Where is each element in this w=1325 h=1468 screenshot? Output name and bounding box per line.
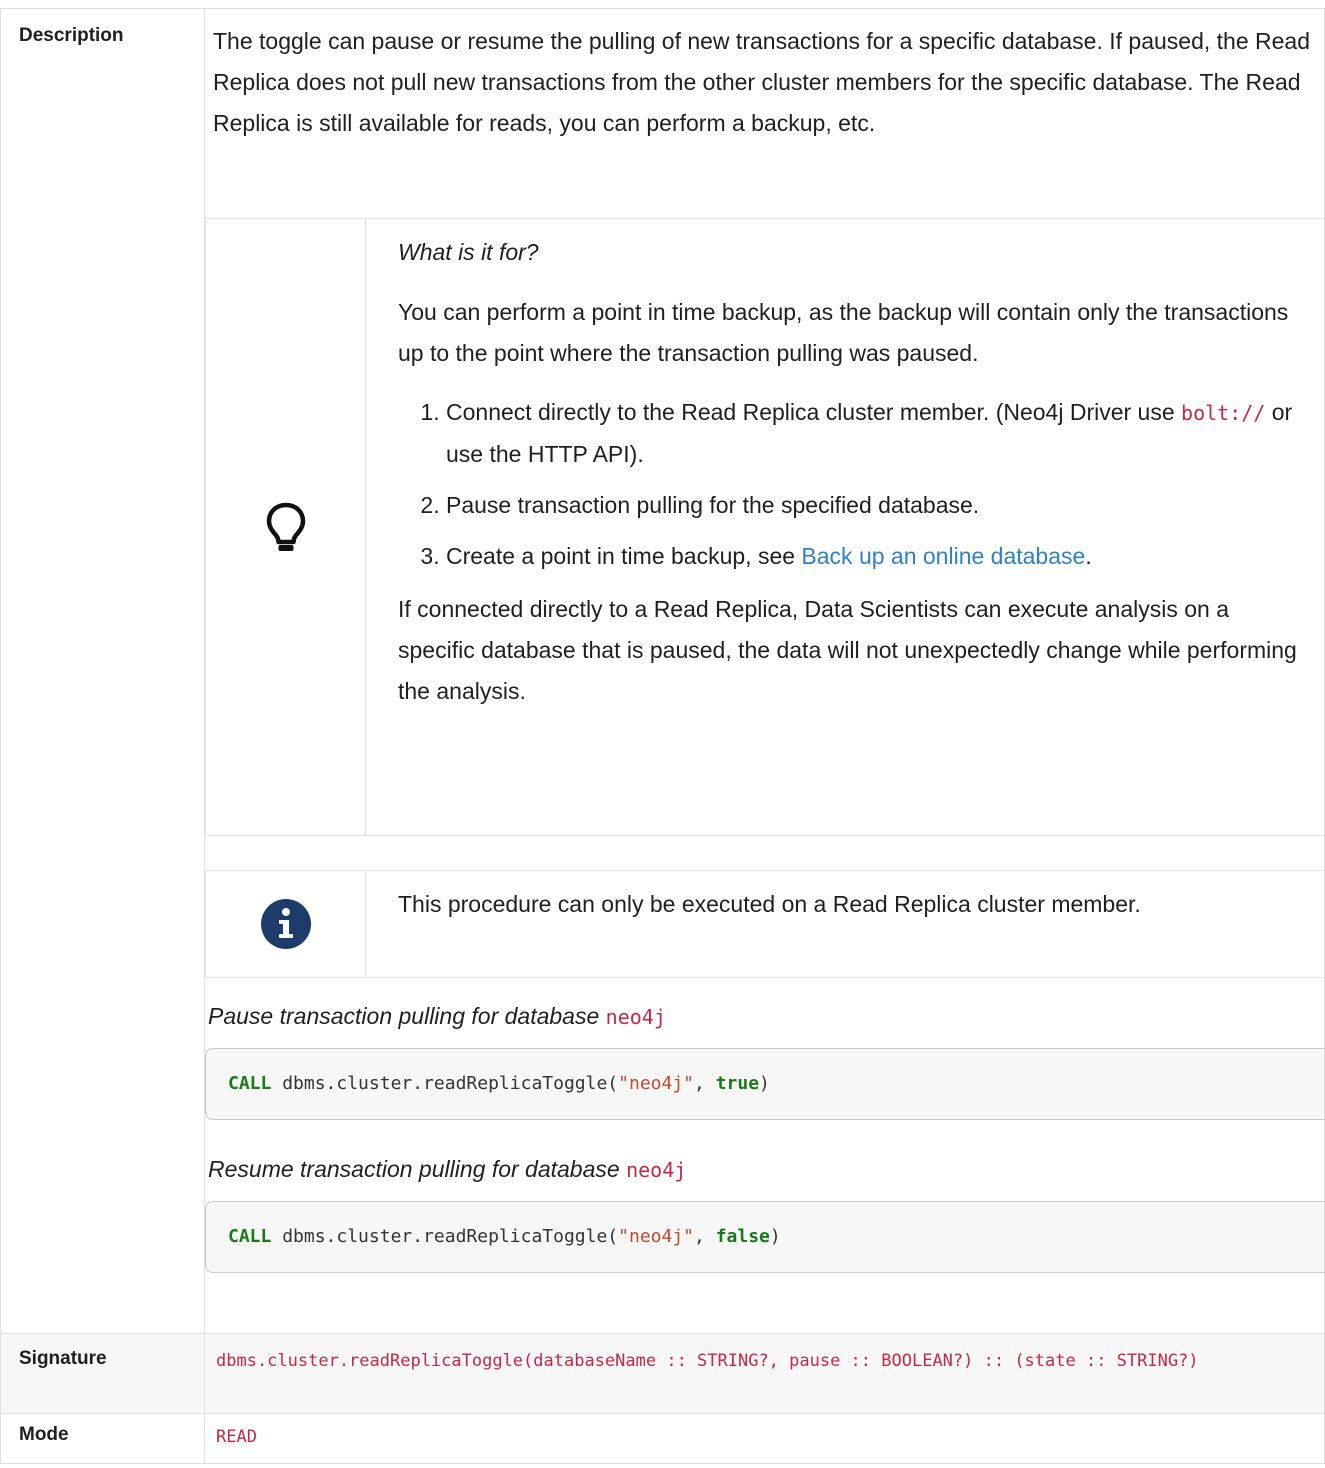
tip-steps: Connect directly to the Read Replica clu… [398,392,1304,577]
bolt-code: bolt:// [1181,401,1266,425]
tip-content: What is it for? You can perform a point … [398,219,1324,712]
procedure-table: Description The toggle can pause or resu… [0,8,1325,1464]
note-icon-cell [206,871,366,977]
row-label-description: Description [0,8,205,1334]
tip-step-2: Pause transaction pulling for the specif… [446,485,1304,526]
description-cell: The toggle can pause or resume the pulli… [204,8,1325,1334]
tip-title: What is it for? [398,239,539,265]
mode-cell: READ [204,1413,1325,1464]
tip-paragraph-1: You can perform a point in time backup, … [398,299,1289,366]
signature-cell: dbms.cluster.readReplicaToggle(databaseN… [204,1333,1325,1414]
code-block[interactable]: CALL dbms.cluster.readReplicaToggle("neo… [205,1048,1324,1120]
description-intro: The toggle can pause or resume the pulli… [213,28,1311,136]
note-content: This procedure can only be executed on a… [398,871,1324,925]
info-circle-icon [261,899,311,949]
row-label-mode: Mode [0,1413,205,1464]
tip-paragraph-2: If connected directly to a Read Replica,… [398,596,1297,704]
code-block[interactable]: CALL dbms.cluster.readReplicaToggle("neo… [205,1201,1324,1273]
description-row: Description The toggle can pause or resu… [0,8,1325,1334]
tip-step-1: Connect directly to the Read Replica clu… [446,392,1304,475]
signature-code: dbms.cluster.readReplicaToggle(databaseN… [216,1351,1199,1371]
mode-row: Mode READ [0,1413,1325,1464]
note-admonition: This procedure can only be executed on a… [205,870,1324,978]
signature-row: Signature dbms.cluster.readReplicaToggle… [0,1333,1325,1414]
tip-icon-cell [206,219,366,835]
example-caption: Resume transaction pulling for database … [208,1156,687,1182]
example-resume: Resume transaction pulling for database … [205,1156,1324,1273]
example-caption: Pause transaction pulling for database n… [208,1003,666,1029]
note-text: This procedure can only be executed on a… [398,891,1141,917]
lightbulb-icon [266,502,306,551]
tip-step-3: Create a point in time backup, see Back … [446,536,1304,577]
example-pause: Pause transaction pulling for database n… [205,1003,1324,1120]
backup-online-database-link[interactable]: Back up an online database [801,543,1085,569]
row-label-signature: Signature [0,1333,205,1414]
tip-admonition: What is it for? You can perform a point … [205,218,1324,836]
mode-code: READ [216,1427,257,1447]
